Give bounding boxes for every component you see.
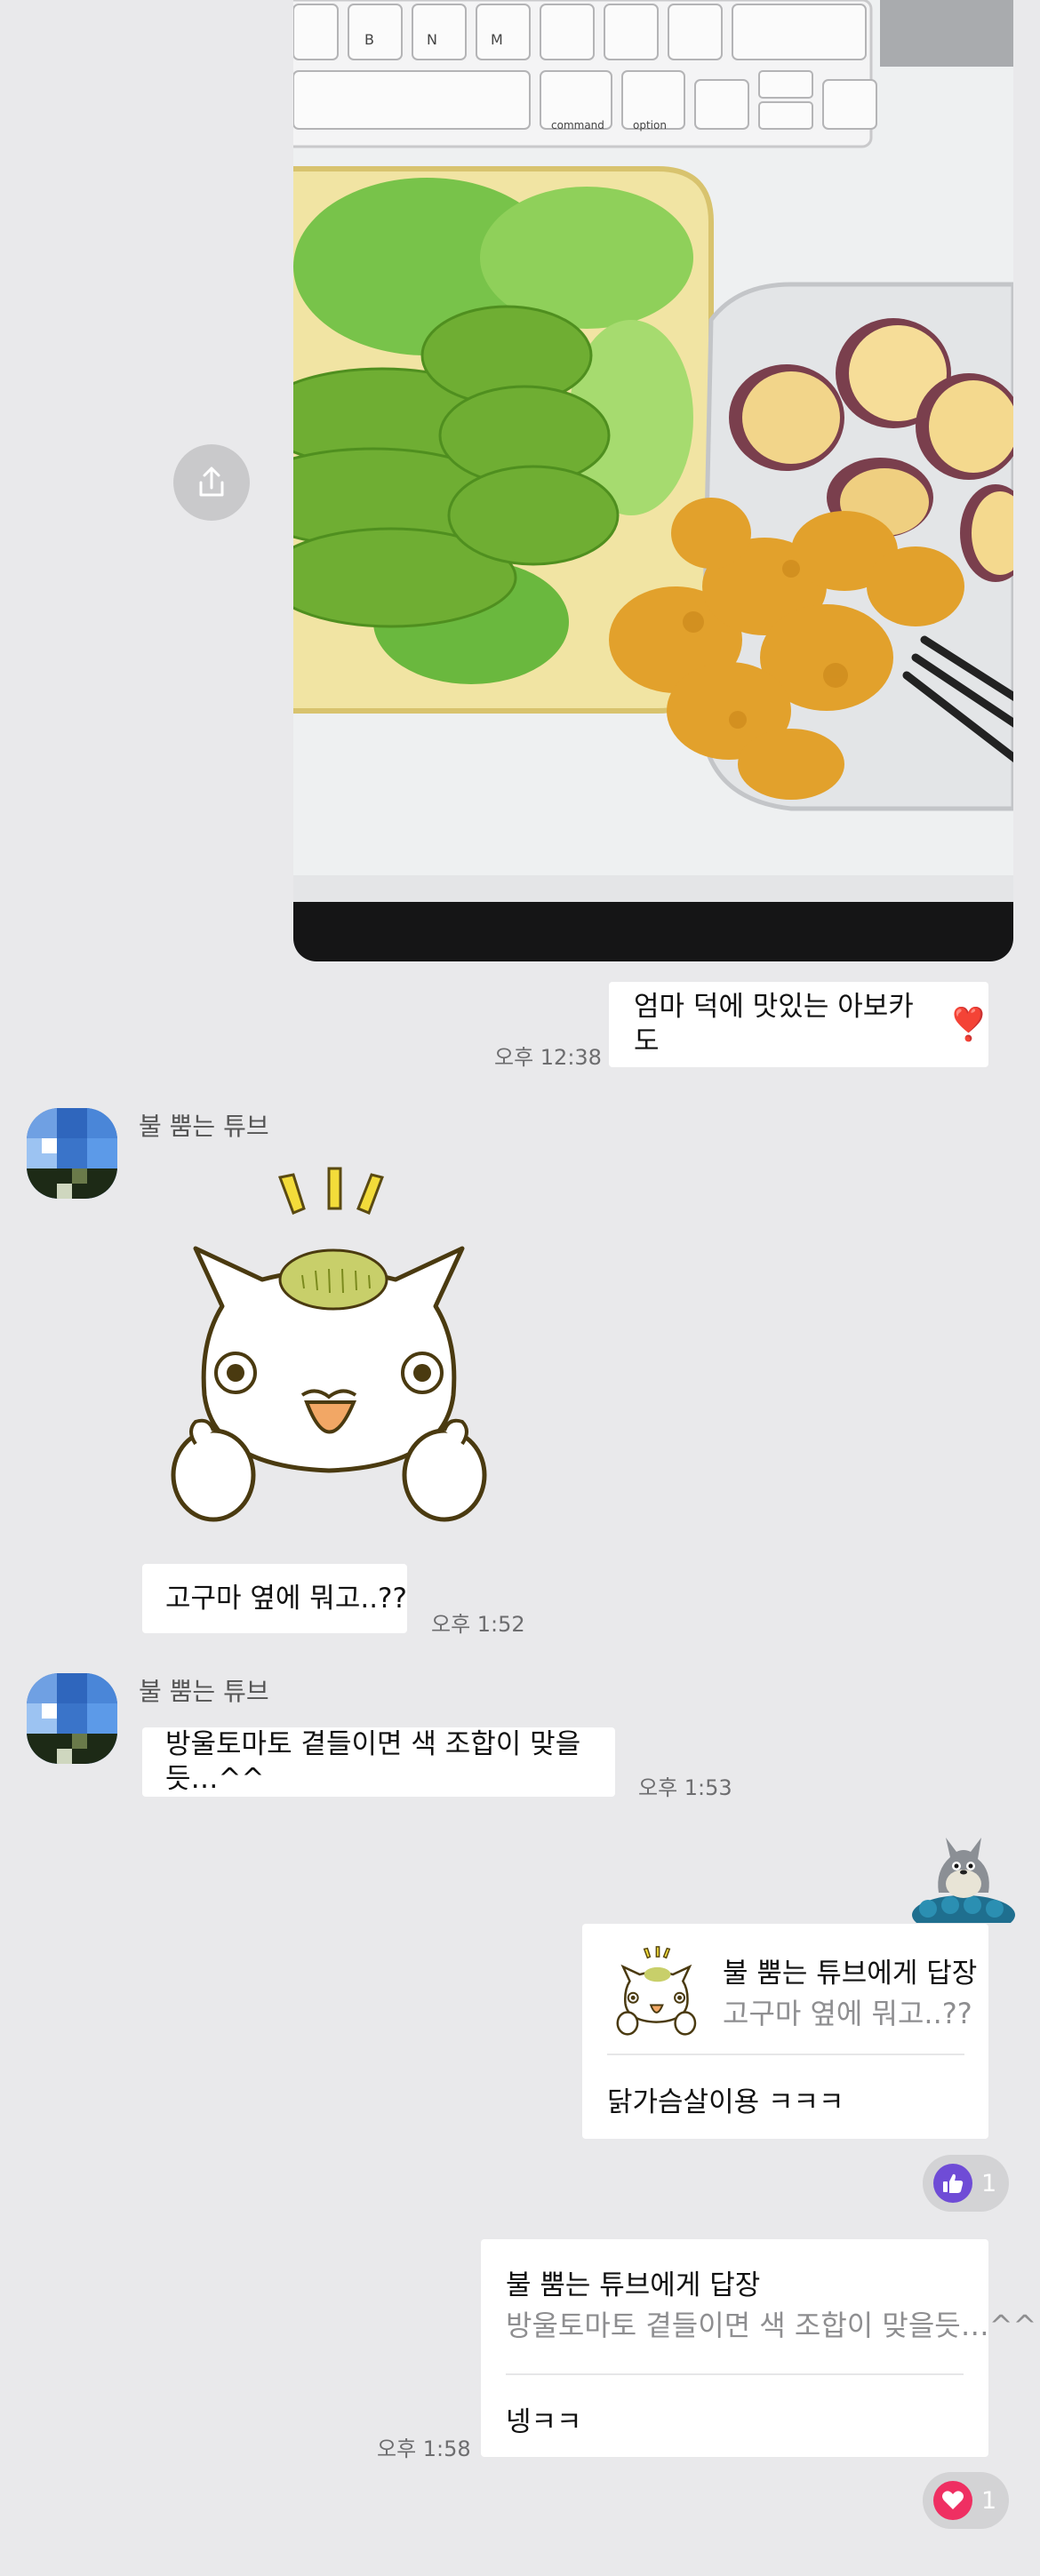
reply-message-text: 넹ㅋㅋ	[506, 2406, 582, 2438]
reaction-count: 1	[981, 2169, 997, 2197]
food-photo[interactable]: B N M command option	[293, 0, 1013, 961]
reply-message-text: 닭가슴살이용 ㅋㅋㅋ	[607, 2086, 844, 2118]
message-time: 오후 1:53	[638, 1775, 732, 1800]
reaction-badge[interactable]: 1	[923, 2472, 1010, 2529]
heart-exclamation-emoji: ❣️	[948, 1006, 988, 1043]
reply-divider	[506, 2373, 964, 2375]
avatar[interactable]	[27, 1108, 117, 1199]
message-bubble[interactable]: 고구마 옆에 뭐고..??	[142, 1564, 407, 1633]
reply-divider	[607, 2054, 964, 2055]
reply-quote: 방울토마토 곁들이면 색 조합이 맞을듯…^^	[506, 2309, 1037, 2342]
thumbs-up-icon	[933, 2164, 972, 2203]
reply-message-card[interactable]: 불 뿜는 튜브에게 답장 고구마 옆에 뭐고..?? 닭가슴살이용 ㅋㅋㅋ	[582, 1924, 988, 2139]
message-text: 고구마 옆에 뭐고..??	[165, 1582, 407, 1615]
sender-name: 불 뿜는 튜브	[139, 1677, 269, 1706]
reaction-count: 1	[981, 2486, 997, 2515]
svg-text:N: N	[427, 31, 437, 48]
svg-text:command: command	[551, 119, 604, 132]
cat-sticker-thumbnail	[614, 1945, 700, 2039]
sender-name: 불 뿜는 튜브	[139, 1112, 269, 1141]
reply-title: 불 뿜는 튜브에게 답장	[723, 1958, 978, 1990]
message-bubble[interactable]: 방울토마토 곁들이면 색 조합이 맞을듯…^^	[142, 1727, 615, 1797]
message-bubble[interactable]: 엄마 덕에 맛있는 아보카도 ❣️	[609, 982, 988, 1067]
message-time: 오후 1:58	[377, 2436, 471, 2461]
message-time: 오후 1:52	[431, 1612, 525, 1637]
my-profile-icon	[910, 1830, 1015, 1934]
cat-sticker[interactable]	[160, 1164, 502, 1537]
svg-text:B: B	[364, 31, 374, 48]
message-text: 엄마 덕에 맛있는 아보카도	[634, 991, 914, 1057]
svg-text:option: option	[633, 119, 667, 132]
svg-text:M: M	[491, 31, 503, 48]
heart-icon	[933, 2481, 972, 2520]
share-button[interactable]	[173, 444, 250, 521]
reaction-badge[interactable]: 1	[923, 2155, 1010, 2212]
message-text: 방울토마토 곁들이면 색 조합이 맞을듯…^^	[165, 1728, 581, 1795]
share-icon	[199, 467, 224, 497]
reply-message-card[interactable]: 불 뿜는 튜브에게 답장 방울토마토 곁들이면 색 조합이 맞을듯…^^ 넹ㅋㅋ	[481, 2239, 1036, 2457]
avatar[interactable]	[27, 1673, 117, 1764]
reply-quote: 고구마 옆에 뭐고..??	[723, 1997, 972, 2030]
reply-title: 불 뿜는 튜브에게 답장	[506, 2269, 761, 2301]
message-time: 오후 12:38	[494, 1045, 602, 1070]
